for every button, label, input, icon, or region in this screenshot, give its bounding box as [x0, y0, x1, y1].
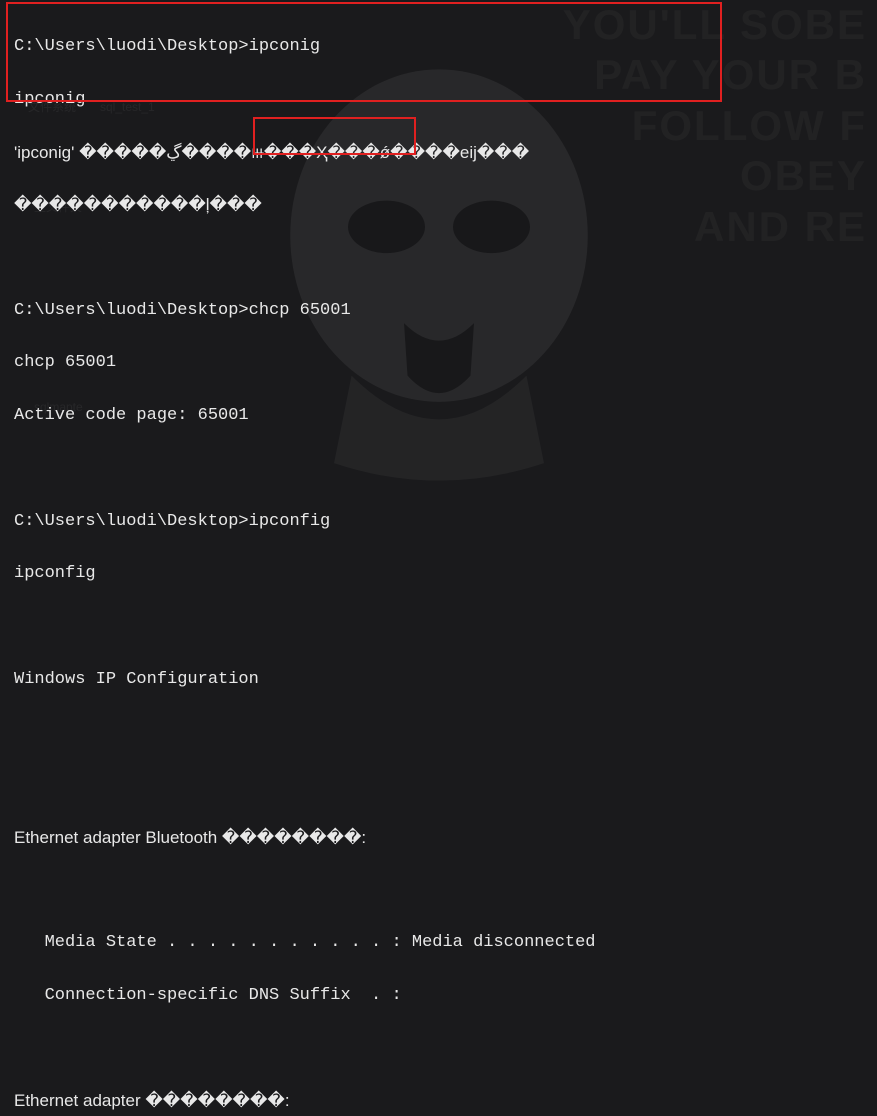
result-line-2: Active code page: 65001 — [14, 403, 863, 429]
terminal-output[interactable]: C:\Users\luodi\Desktop>ipconig ipconig '… — [14, 8, 863, 1116]
blank-line — [14, 456, 863, 482]
adapter-1-title: Ethernet adapter Bluetooth ��������: — [14, 825, 863, 851]
blank-line — [14, 614, 863, 640]
blank-line — [14, 719, 863, 745]
prompt-path: C:\Users\luodi\Desktop> — [14, 301, 249, 320]
command-text: chcp 65001 — [249, 301, 351, 320]
prompt-line-1: C:\Users\luodi\Desktop>ipconig — [14, 34, 863, 60]
prompt-path: C:\Users\luodi\Desktop> — [14, 512, 249, 531]
error-line-1b: �����������ļ��� — [14, 192, 863, 218]
adapter-2-title: Ethernet adapter ��������: — [14, 1088, 863, 1114]
blank-line — [14, 245, 863, 271]
error-line-1a: 'ipconig' �����ڲ����ⲿ���Ҳ���ǿ����еij��� — [14, 140, 863, 166]
prompt-path: C:\Users\luodi\Desktop> — [14, 37, 249, 56]
echo-line-2: chcp 65001 — [14, 350, 863, 376]
echo-line-3: ipconfig — [14, 561, 863, 587]
echo-line-1: ipconig — [14, 87, 863, 113]
prompt-line-2: C:\Users\luodi\Desktop>chcp 65001 — [14, 298, 863, 324]
command-text: ipconig — [249, 37, 320, 56]
command-text: ipconfig — [249, 512, 331, 531]
adapter-1-media-state: Media State . . . . . . . . . . . : Medi… — [14, 930, 863, 956]
blank-line — [14, 772, 863, 798]
blank-line — [14, 1035, 863, 1061]
ipconfig-header: Windows IP Configuration — [14, 667, 863, 693]
blank-line — [14, 877, 863, 903]
prompt-line-3: C:\Users\luodi\Desktop>ipconfig — [14, 509, 863, 535]
adapter-1-dns-suffix: Connection-specific DNS Suffix . : — [14, 983, 863, 1009]
